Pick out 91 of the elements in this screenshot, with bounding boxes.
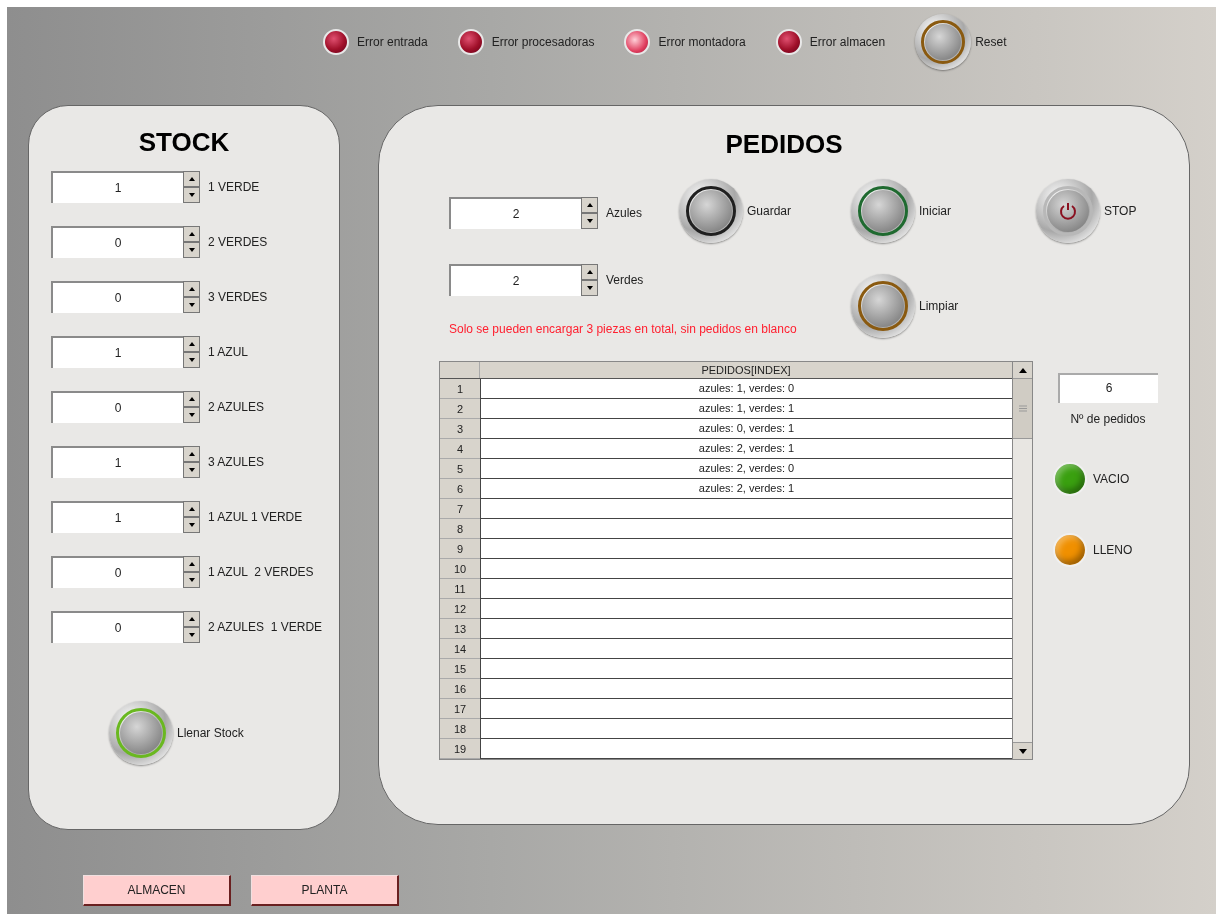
table-cell: azules: 1, verdes: 0 bbox=[480, 379, 1012, 399]
down-arrow-icon bbox=[188, 303, 195, 307]
spin-down-button[interactable] bbox=[183, 352, 200, 368]
down-arrow-icon bbox=[188, 633, 195, 637]
up-arrow-icon bbox=[188, 617, 195, 621]
spin-up-button[interactable] bbox=[183, 171, 200, 187]
spin-up-button[interactable] bbox=[581, 197, 598, 213]
number-field[interactable]: 2 bbox=[449, 197, 581, 229]
stock-label: 1 VERDE bbox=[208, 179, 260, 196]
nav-button[interactable]: ALMACEN bbox=[83, 875, 231, 906]
stock-label: 1 AZUL 2 VERDES bbox=[208, 564, 314, 581]
down-arrow-icon bbox=[188, 523, 195, 527]
down-arrow-icon bbox=[188, 578, 195, 582]
table-cell: azules: 2, verdes: 1 bbox=[480, 479, 1012, 499]
up-arrow-icon bbox=[586, 270, 593, 274]
number-field[interactable]: 1 bbox=[51, 171, 183, 203]
number-field[interactable]: 1 bbox=[51, 501, 183, 533]
error-label: Error almacen bbox=[809, 34, 886, 51]
status-label: LLENO bbox=[1093, 542, 1133, 559]
number-field[interactable]: 0 bbox=[51, 611, 183, 643]
down-arrow-icon bbox=[188, 468, 195, 472]
up-arrow-icon bbox=[188, 562, 195, 566]
panel-title: PEDIDOS bbox=[725, 128, 843, 160]
up-arrow-icon bbox=[188, 452, 195, 456]
stock-label: 3 VERDES bbox=[208, 289, 268, 306]
scrollbar[interactable] bbox=[1012, 362, 1032, 759]
spin-up-button[interactable] bbox=[183, 446, 200, 462]
down-arrow-icon bbox=[188, 413, 195, 417]
grip-icon bbox=[1018, 405, 1027, 412]
table-cell: azules: 0, verdes: 1 bbox=[480, 419, 1012, 439]
down-arrow-icon bbox=[188, 193, 195, 197]
panel-title: STOCK bbox=[138, 126, 230, 158]
number-field[interactable]: 1 bbox=[51, 336, 183, 368]
number-field[interactable]: 0 bbox=[51, 391, 183, 423]
number-field[interactable]: 0 bbox=[51, 226, 183, 258]
stock-label: 2 VERDES bbox=[208, 234, 268, 251]
round-button[interactable]: Llenar Stock bbox=[109, 701, 244, 765]
order-label: Verdes bbox=[606, 272, 644, 289]
spin-down-button[interactable] bbox=[183, 297, 200, 313]
spin-up-button[interactable] bbox=[183, 501, 200, 517]
spin-up-button[interactable] bbox=[183, 226, 200, 242]
table-cell: azules: 2, verdes: 1 bbox=[480, 439, 1012, 459]
spin-down-button[interactable] bbox=[183, 517, 200, 533]
scroll-down-icon bbox=[1018, 748, 1027, 754]
up-arrow-icon bbox=[188, 397, 195, 401]
nav-button[interactable]: PLANTA bbox=[251, 875, 399, 906]
down-arrow-icon bbox=[586, 286, 593, 290]
spin-down-button[interactable] bbox=[183, 572, 200, 588]
warning-message: Solo se pueden encargar 3 piezas en total, sin pedidos en blanco bbox=[449, 321, 797, 338]
spin-down-button[interactable] bbox=[581, 213, 598, 229]
up-arrow-icon bbox=[586, 203, 593, 207]
up-arrow-icon bbox=[188, 507, 195, 511]
stock-label: 1 AZUL bbox=[208, 344, 249, 361]
table-cell: azules: 2, verdes: 0 bbox=[480, 459, 1012, 479]
up-arrow-icon bbox=[188, 177, 195, 181]
table-cell: azules: 1, verdes: 1 bbox=[480, 399, 1012, 419]
spin-up-button[interactable] bbox=[581, 264, 598, 280]
status-label: VACIO bbox=[1093, 471, 1130, 488]
spin-down-button[interactable] bbox=[183, 187, 200, 203]
count-label: Nº de pedidos bbox=[1069, 411, 1147, 428]
down-arrow-icon bbox=[188, 248, 195, 252]
stock-label: 2 AZULES bbox=[208, 399, 265, 416]
stock-label: 3 AZULES bbox=[208, 454, 265, 471]
up-arrow-icon bbox=[188, 342, 195, 346]
spin-up-button[interactable] bbox=[183, 611, 200, 627]
spin-down-button[interactable] bbox=[183, 407, 200, 423]
down-arrow-icon bbox=[586, 219, 593, 223]
stock-label: 1 AZUL 1 VERDE bbox=[208, 509, 303, 526]
spin-up-button[interactable] bbox=[183, 556, 200, 572]
scroll-up-icon bbox=[1018, 367, 1027, 373]
stock-label: 2 AZULES 1 VERDE bbox=[208, 619, 323, 636]
spin-up-button[interactable] bbox=[183, 391, 200, 407]
number-field[interactable]: 0 bbox=[51, 281, 183, 313]
order-label: Azules bbox=[606, 205, 643, 222]
number-field[interactable]: 0 bbox=[51, 556, 183, 588]
number-field[interactable]: 1 bbox=[51, 446, 183, 478]
up-arrow-icon bbox=[188, 287, 195, 291]
error-label: Error procesadoras bbox=[491, 34, 595, 51]
down-arrow-icon bbox=[188, 358, 195, 362]
spin-up-button[interactable] bbox=[183, 336, 200, 352]
spin-down-button[interactable] bbox=[581, 280, 598, 296]
up-arrow-icon bbox=[188, 232, 195, 236]
power-icon bbox=[1058, 201, 1078, 221]
spin-up-button[interactable] bbox=[183, 281, 200, 297]
number-field[interactable]: 2 bbox=[449, 264, 581, 296]
spin-down-button[interactable] bbox=[183, 462, 200, 478]
error-label: Error montadora bbox=[658, 34, 746, 51]
error-label: Error entrada bbox=[357, 34, 428, 51]
spin-down-button[interactable] bbox=[183, 242, 200, 258]
spin-down-button[interactable] bbox=[183, 627, 200, 643]
count-field: 6 bbox=[1058, 373, 1158, 403]
